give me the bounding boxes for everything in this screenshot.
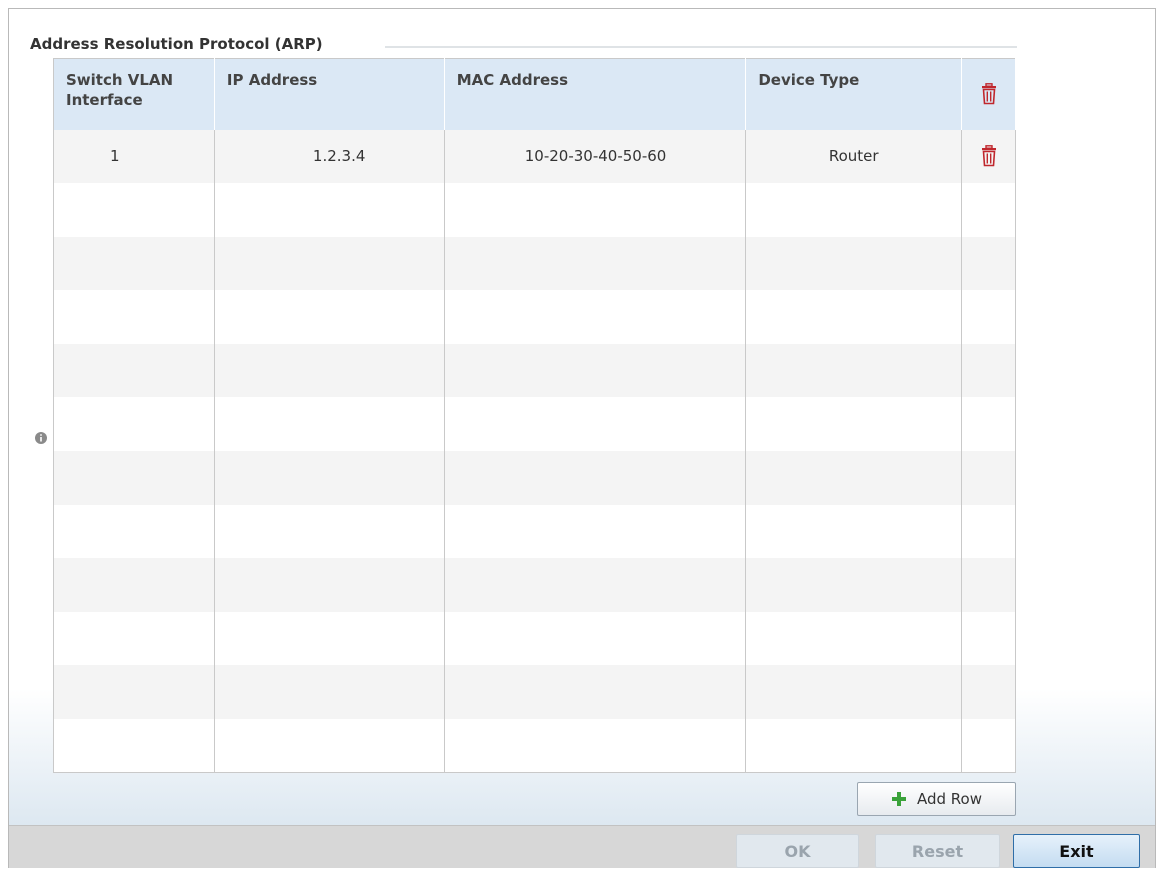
delete-row-button[interactable] xyxy=(961,129,1016,184)
table-row-empty xyxy=(53,558,1016,612)
table-row-empty xyxy=(53,290,1016,344)
table-row-empty xyxy=(53,236,1016,291)
delete-all-button[interactable] xyxy=(961,58,1016,130)
plus-icon xyxy=(891,792,906,806)
arp-table: Switch VLAN Interface IP Address MAC Add… xyxy=(53,58,1016,774)
cell-vlan[interactable]: 1 xyxy=(53,129,215,184)
cell-mac[interactable]: 10-20-30-40-50-60 xyxy=(444,129,747,184)
ok-button[interactable]: OK xyxy=(736,834,859,868)
cell-device-type[interactable]: Router xyxy=(745,129,963,184)
table-row-empty xyxy=(53,183,1016,237)
reset-button[interactable]: Reset xyxy=(875,834,1000,868)
add-row-button[interactable]: Add Row xyxy=(857,782,1016,816)
table-row[interactable]: 1 1.2.3.4 10-20-30-40-50-60 Router xyxy=(53,129,1016,184)
column-header-device-type[interactable]: Device Type xyxy=(745,58,963,130)
table-row-empty xyxy=(53,665,1016,720)
table-row-empty xyxy=(53,343,1016,398)
title-divider xyxy=(385,46,1017,48)
info-icon[interactable] xyxy=(33,430,49,446)
table-header-row: Switch VLAN Interface IP Address MAC Add… xyxy=(53,58,1016,130)
trash-icon[interactable] xyxy=(980,83,998,105)
column-header-ip[interactable]: IP Address xyxy=(214,58,445,130)
exit-button[interactable]: Exit xyxy=(1013,834,1140,868)
table-row-empty xyxy=(53,611,1016,666)
table-row-empty xyxy=(53,719,1016,773)
column-header-mac[interactable]: MAC Address xyxy=(444,58,747,130)
cell-ip[interactable]: 1.2.3.4 xyxy=(214,129,445,184)
section-title: Address Resolution Protocol (ARP) xyxy=(30,35,323,53)
trash-icon[interactable] xyxy=(980,145,998,167)
table-row-empty xyxy=(53,504,1016,559)
column-header-vlan[interactable]: Switch VLAN Interface xyxy=(53,58,215,130)
add-row-label: Add Row xyxy=(916,790,982,808)
table-row-empty xyxy=(53,451,1016,505)
table-row-empty xyxy=(53,397,1016,452)
